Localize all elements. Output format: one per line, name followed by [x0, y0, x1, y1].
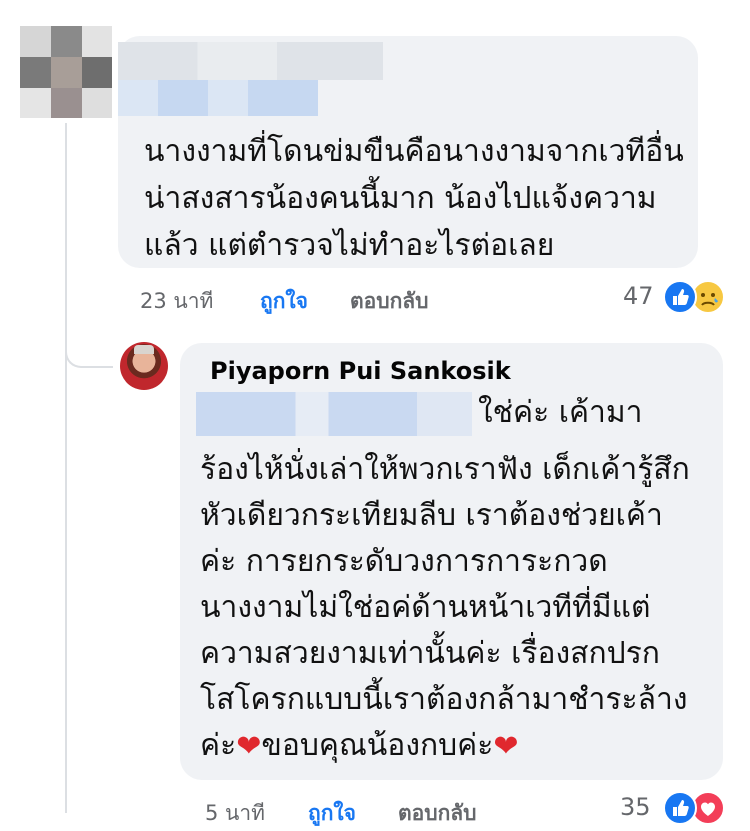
thread-line: [65, 123, 67, 813]
reply-line-last: ค่ะ❤ขอบคุณน้องกบค่ะ❤: [200, 723, 690, 770]
reply-connector: [65, 330, 113, 368]
text-fragment: ค่ะ: [200, 728, 237, 763]
reply-text: ร้องไห้นั่งเล่าให้พวกเราฟัง เด็กเค้ารู้ส…: [200, 447, 690, 770]
mention-redacted[interactable]: [196, 392, 472, 436]
author-name-redacted: [118, 80, 318, 116]
reaction-count[interactable]: 47: [623, 282, 654, 310]
comment-line: แล้ว แต่ตำรวจไม่ทำอะไรต่อเลย: [144, 228, 555, 263]
author-name[interactable]: Piyaporn Pui Sankosik: [210, 357, 511, 385]
reply-line: หัวเดียวกระเทียมลีบ เราต้องช่วยเค้า: [200, 498, 663, 533]
reply-line: ความสวยงามเท่านั้นค่ะ เรื่องสกปรก: [200, 636, 660, 671]
avatar[interactable]: [120, 342, 168, 390]
like-button[interactable]: ถูกใจ: [308, 797, 356, 830]
comment-line: น่าสงสารน้องคนนี้มาก น้องไปแจ้งความ: [144, 181, 657, 216]
reply-line: นางงามไม่ใช่อค่ด้านหน้าเวทีที่มีแต่: [200, 590, 651, 625]
comment-line: นางงามที่โดนข่มขืนคือนางงามจากเวทีอื่น: [144, 134, 684, 169]
reply-line: ใช่ค่ะ เค้ามา: [478, 395, 643, 430]
like-icon: [663, 791, 697, 825]
heart-icon: ❤: [493, 728, 519, 764]
comment-bubble: นางงามที่โดนข่มขืนคือนางงามจากเวทีอื่น น…: [118, 36, 698, 268]
text-fragment: ขอบคุณน้องกบค่ะ: [261, 728, 494, 763]
avatar[interactable]: [20, 26, 112, 118]
comment-time[interactable]: 23 นาที: [140, 285, 213, 318]
reply-line: ร้องไห้นั่งเล่าให้พวกเราฟัง เด็กเค้ารู้ส…: [200, 452, 690, 487]
comment-time[interactable]: 5 นาที: [205, 797, 265, 830]
reply-button[interactable]: ตอบกลับ: [350, 285, 429, 318]
crown-icon: [134, 345, 154, 354]
author-name-redacted[interactable]: [118, 42, 383, 80]
reaction-count[interactable]: 35: [620, 793, 651, 821]
comment-text: นางงามที่โดนข่มขืนคือนางงามจากเวทีอื่น น…: [144, 128, 684, 269]
like-icon: [663, 280, 697, 314]
reply-line: ค่ะ การยกระดับวงการการะกวด: [200, 544, 608, 579]
heart-icon: ❤: [236, 728, 262, 764]
like-button[interactable]: ถูกใจ: [260, 285, 308, 318]
reply-line: โสโครกแบบนี้เราต้องกล้ามาชำระล้าง: [200, 682, 688, 717]
reply-button[interactable]: ตอบกลับ: [398, 797, 477, 830]
